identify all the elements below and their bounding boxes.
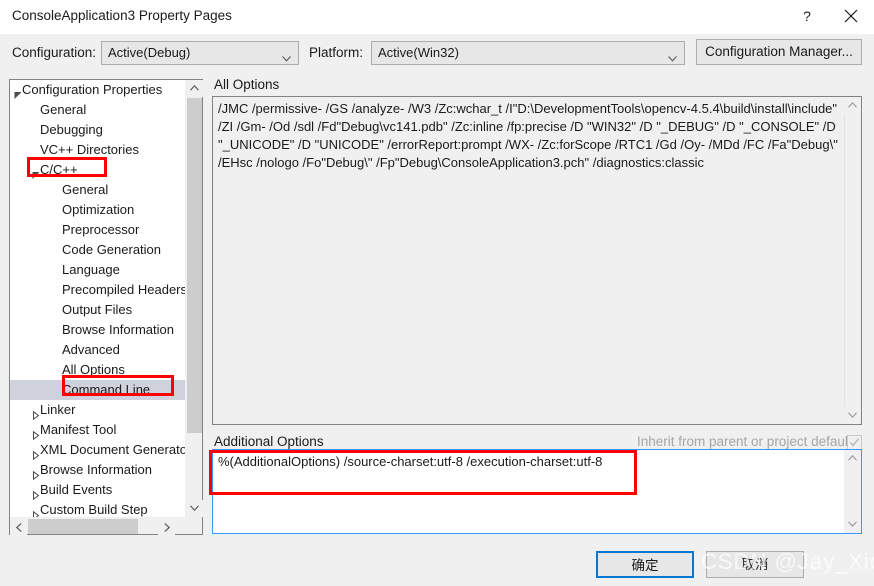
additional-options-value: %(AdditionalOptions) /source-charset:utf… — [218, 454, 603, 469]
tree-item-label: C/C++ — [40, 162, 78, 177]
platform-label: Platform: — [309, 45, 364, 60]
tree-item-debugging[interactable]: Debugging — [10, 120, 185, 140]
tree-item-browse-information[interactable]: Browse Information — [10, 460, 185, 481]
tree-item-label: Preprocessor — [62, 222, 140, 237]
tree-item-command-line[interactable]: Command Line — [10, 380, 185, 400]
all-options-scrollbar[interactable] — [844, 97, 861, 424]
tree-item-code-generation[interactable]: Code Generation — [10, 240, 185, 260]
configuration-manager-button[interactable]: Configuration Manager... — [696, 39, 862, 65]
configuration-label: Configuration: — [12, 45, 97, 60]
tree-item-general[interactable]: General — [10, 180, 185, 200]
title-bar: ConsoleApplication3 Property Pages ? — [0, 0, 874, 34]
tree-item-vc-directories[interactable]: VC++ Directories — [10, 140, 185, 160]
tree-item-precompiled-headers[interactable]: Precompiled Headers — [10, 280, 185, 300]
properties-tree-panel: Configuration Properties General Debugging… — [9, 79, 203, 535]
tree-item-label: Debugging — [40, 122, 103, 137]
tree-scroll-thumb[interactable] — [187, 98, 202, 433]
all-options-scroll-track[interactable] — [844, 114, 861, 407]
property-pages-dialog: ConsoleApplication3 Property Pages ? Con… — [0, 0, 874, 586]
tree-item-c-c[interactable]: C/C++ — [10, 160, 185, 180]
scroll-left-icon[interactable] — [10, 518, 27, 535]
tree-hscroll-thumb[interactable] — [28, 519, 138, 534]
page-title: ConsoleApplication3 Property Pages — [12, 8, 232, 23]
tree-item-label: Language — [62, 262, 120, 277]
tree-item-manifest-tool[interactable]: Manifest Tool — [10, 420, 185, 441]
tree-item-label: Code Generation — [62, 242, 162, 257]
tree-item-label: VC++ Directories — [40, 142, 139, 157]
tree-vertical-scrollbar[interactable] — [185, 80, 203, 517]
ok-button[interactable]: 确定 — [596, 551, 694, 578]
chevron-down-icon — [282, 50, 291, 62]
tree-item-label: General — [62, 182, 109, 197]
help-button[interactable]: ? — [793, 3, 821, 29]
tree-item-optimization[interactable]: Optimization — [10, 200, 185, 220]
all-options-value: /JMC /permissive- /GS /analyze- /W3 /Zc:… — [218, 101, 842, 170]
tree-item-label: All Options — [62, 362, 125, 377]
all-options-field[interactable]: /JMC /permissive- /GS /analyze- /W3 /Zc:… — [212, 96, 862, 425]
tree-item-general[interactable]: General — [10, 100, 185, 120]
additional-options-field[interactable]: %(AdditionalOptions) /source-charset:utf… — [212, 449, 862, 534]
tree-item-label: Browse Information — [40, 462, 152, 477]
tree-item-configuration-properties[interactable]: Configuration Properties — [10, 80, 185, 100]
platform-dropdown[interactable]: Active(Win32) — [371, 41, 685, 65]
tree-item-label: General — [40, 102, 87, 117]
close-icon — [836, 9, 866, 23]
question-mark-icon: ? — [803, 8, 811, 24]
tree-item-advanced[interactable]: Advanced — [10, 340, 185, 360]
tree-item-label: Custom Build Step — [40, 502, 148, 517]
checkmark-icon — [848, 437, 861, 448]
tree-item-preprocessor[interactable]: Preprocessor — [10, 220, 185, 240]
additional-options-label: Additional Options — [214, 434, 324, 449]
inherit-defaults-checkbox[interactable] — [847, 435, 862, 450]
properties-tree[interactable]: Configuration Properties General Debugging… — [10, 80, 185, 517]
tree-horizontal-scrollbar[interactable] — [10, 517, 202, 535]
scroll-right-icon[interactable] — [158, 518, 175, 535]
tree-item-label: Build Events — [40, 482, 113, 497]
chevron-down-icon — [668, 50, 677, 62]
tree-item-label: Advanced — [62, 342, 120, 357]
tree-item-label: Optimization — [62, 202, 135, 217]
tree-item-all-options[interactable]: All Options — [10, 360, 185, 380]
tree-item-language[interactable]: Language — [10, 260, 185, 280]
all-options-label: All Options — [214, 77, 280, 92]
close-button[interactable] — [836, 3, 866, 29]
tree-item-label: Configuration Properties — [22, 82, 163, 97]
tree-item-label: Browse Information — [62, 322, 174, 337]
tree-item-custom-build-step[interactable]: Custom Build Step — [10, 500, 185, 517]
scroll-up-icon[interactable] — [844, 97, 861, 114]
scroll-down-icon[interactable] — [186, 500, 203, 517]
tree-item-linker[interactable]: Linker — [10, 400, 185, 421]
cancel-button[interactable]: 取消 — [706, 551, 804, 578]
tree-item-build-events[interactable]: Build Events — [10, 480, 185, 501]
tree-item-output-files[interactable]: Output Files — [10, 300, 185, 320]
scroll-down-icon[interactable] — [844, 407, 861, 424]
tree-item-label: Command Line — [62, 382, 151, 397]
tree-item-label: Linker — [40, 402, 76, 417]
tree-item-label: Manifest Tool — [40, 422, 117, 437]
inherit-defaults-label: Inherit from parent or project defaults — [637, 434, 859, 449]
tree-item-browse-information[interactable]: Browse Information — [10, 320, 185, 340]
configuration-value: Active(Debug) — [108, 45, 191, 60]
tree-item-xml-document-generator[interactable]: XML Document Generator — [10, 440, 185, 461]
additional-options-scrollbar[interactable] — [844, 450, 861, 533]
platform-value: Active(Win32) — [378, 45, 459, 60]
tree-item-label: Output Files — [62, 302, 133, 317]
configuration-dropdown[interactable]: Active(Debug) — [101, 41, 299, 65]
tree-item-label: Precompiled Headers — [62, 282, 185, 297]
tree-item-label: XML Document Generator — [40, 442, 185, 457]
scroll-up-icon[interactable] — [186, 80, 203, 97]
scroll-up-icon[interactable] — [844, 450, 861, 467]
scroll-down-icon[interactable] — [844, 516, 861, 533]
